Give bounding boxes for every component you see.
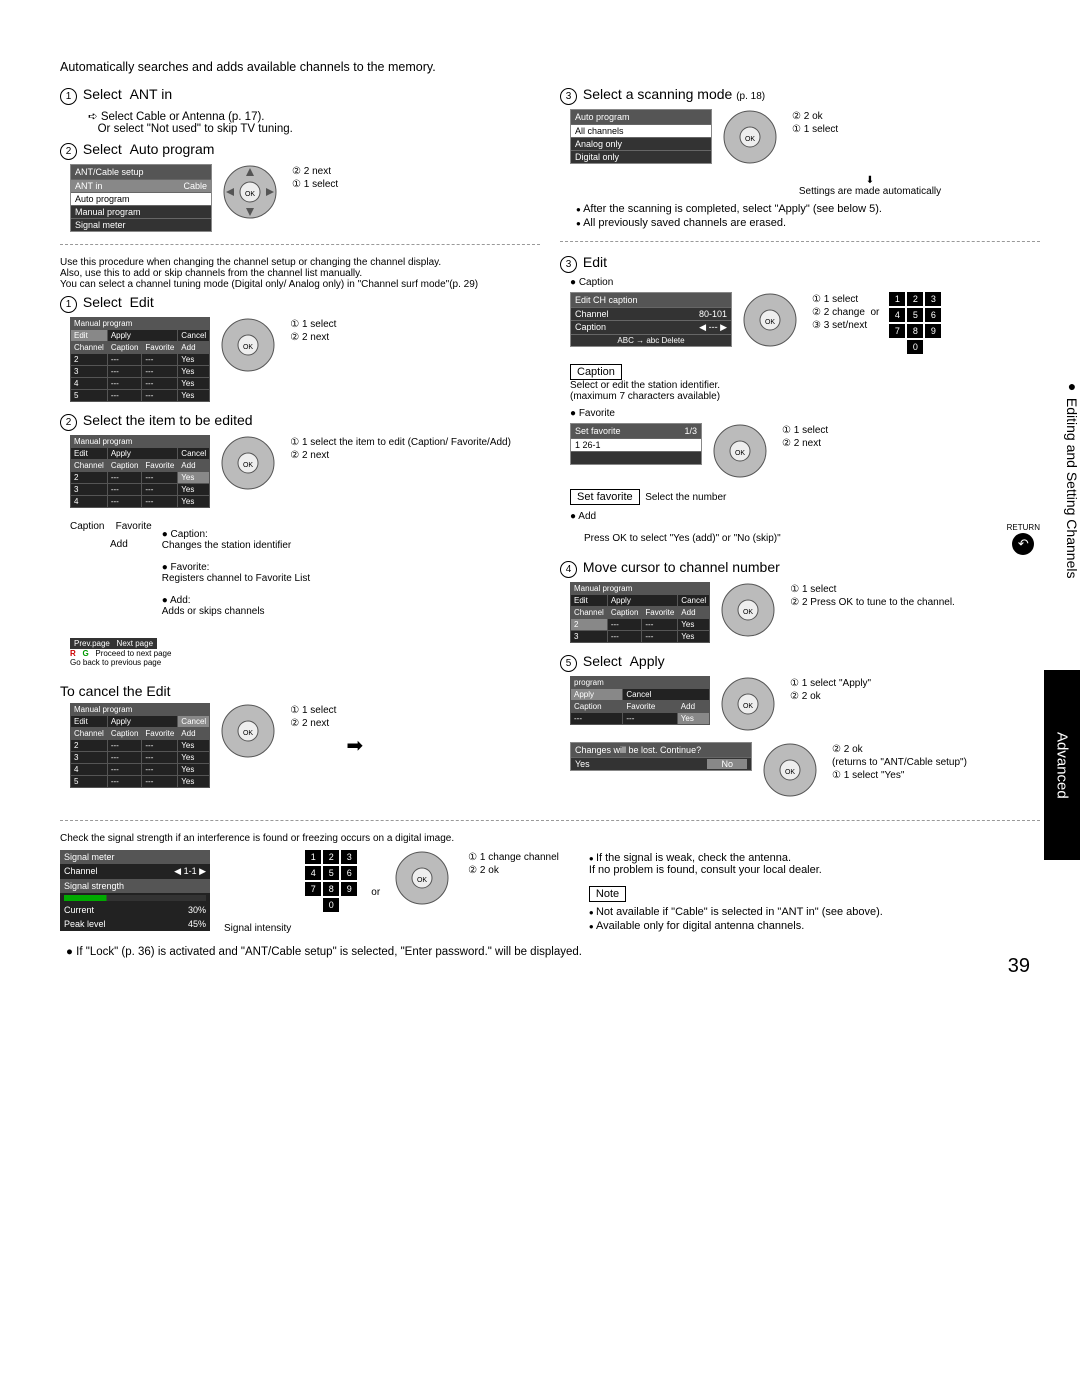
svg-text:OK: OK xyxy=(785,769,795,776)
step4-annot: ① 1 select ② 2 Press OK to tune to the c… xyxy=(790,582,955,610)
add-desc: Press OK to select "Yes (add)" or "No (s… xyxy=(584,533,781,544)
manual-program-table: Manual program EditApplyCancel ChannelCa… xyxy=(70,317,210,402)
dpad-icon: OK xyxy=(394,850,450,906)
set-favorite-menu: Set favorite1/3 1 26-1 xyxy=(570,423,702,465)
mstep1: 1 Select Edit xyxy=(60,294,540,313)
svg-text:OK: OK xyxy=(245,191,255,198)
step5: 5 Select Apply xyxy=(560,653,1040,672)
auto-program-menu: Auto program All channels Analog only Di… xyxy=(570,109,712,164)
svg-text:OK: OK xyxy=(745,136,755,143)
step5-table: program ApplyCancel CaptionFavoriteAdd -… xyxy=(570,676,710,725)
manual-intro: Use this procedure when changing the cha… xyxy=(60,257,540,290)
auto-bullet-2: All previously saved channels are erased… xyxy=(576,217,1040,229)
add-row: ● Add xyxy=(570,511,1040,522)
setfav-def: Set favorite Select the number xyxy=(570,489,1040,505)
step5-annot: ① 1 select "Apply" ② 2 ok xyxy=(790,676,871,704)
svg-text:OK: OK xyxy=(743,703,753,710)
side-section: Editing and Setting Channels xyxy=(1064,398,1080,579)
page-number: 39 xyxy=(1008,955,1030,978)
defs: ● Caption: Changes the station identifie… xyxy=(162,518,310,628)
svg-text:OK: OK xyxy=(735,450,745,457)
signal-intensity-label: Signal intensity xyxy=(224,923,291,934)
dpad-icon: OK xyxy=(712,423,768,479)
signal-note-2: Available only for digital antenna chann… xyxy=(589,920,1040,932)
ant-cable-menu: ANT/Cable setup ANT inCable Auto program… xyxy=(70,164,212,232)
intro-text: Automatically searches and adds availabl… xyxy=(60,60,1040,74)
fav-annot: ① 1 select ② 2 next xyxy=(782,423,828,451)
lock-note: ● If "Lock" (p. 36) is activated and "AN… xyxy=(60,946,1040,958)
svg-text:OK: OK xyxy=(243,462,253,469)
manual-program-table-2: Manual program EditApplyCancel ChannelCa… xyxy=(70,435,210,508)
side-tab: ● Editing and Setting Channels Advanced xyxy=(1044,370,1080,760)
cancel-table: Manual program EditApplyCancel ChannelCa… xyxy=(70,703,210,788)
side-category: Advanced xyxy=(1054,732,1071,799)
step2: 2 Select Auto program xyxy=(60,141,540,160)
auto-downarrow: ⬇Settings are made automatically xyxy=(700,175,1040,197)
favorite-sub: Favorite xyxy=(579,408,615,419)
dpad-icon: OK xyxy=(720,582,776,638)
mstep2: 2 Select the item to be edited xyxy=(60,412,540,431)
step3-annot: ② 2 ok ① 1 select xyxy=(792,109,838,137)
page-nav-hint: Prev.page Next page R G Proceed to next … xyxy=(70,638,540,667)
signal-annot: ① 1 change channel ② 2 ok xyxy=(468,850,559,878)
return-icon: ↶ xyxy=(1012,533,1034,555)
dpad-icon: OK xyxy=(220,435,276,491)
caption-def: Caption Select or edit the station ident… xyxy=(570,364,1040,402)
note-label: Note xyxy=(589,886,626,902)
cancel-dialog-annot: ② 2 ok (returns to "ANT/Cable setup") ① … xyxy=(832,742,967,783)
signal-intro: Check the signal strength if an interfer… xyxy=(60,833,1040,844)
dpad-icon: OK xyxy=(222,164,278,220)
or-label: or xyxy=(371,887,380,898)
svg-text:OK: OK xyxy=(765,319,775,326)
dpad-icon: OK xyxy=(720,676,776,732)
mstep2-annot: ① 1 select the item to edit (Caption/ Fa… xyxy=(290,435,511,463)
signal-note-1: Not available if "Cable" is selected in … xyxy=(589,906,1040,918)
svg-text:OK: OK xyxy=(243,344,253,351)
dpad-icon: OK xyxy=(742,292,798,348)
step3: 3 Select a scanning mode (p. 18) xyxy=(560,86,1040,105)
svg-text:OK: OK xyxy=(417,877,427,884)
mstep1-annot: ① 1 select ② 2 next xyxy=(290,317,336,345)
arrow-icon: ➡ xyxy=(346,733,363,758)
number-keypad: 123 456 789 0 xyxy=(889,292,941,354)
step2-annot: ② 2 next ① 1 select xyxy=(292,164,338,192)
dpad-icon: OK xyxy=(220,703,276,759)
dpad-icon: OK xyxy=(762,742,818,798)
svg-text:OK: OK xyxy=(743,609,753,616)
column-labels: Caption Favorite Add xyxy=(70,518,152,554)
number-keypad: 123 456 789 0 xyxy=(305,850,357,912)
edit3-annot: ① 1 select ② 2 change or ③ 3 set/next xyxy=(812,292,879,333)
edit-ch-caption-menu: Edit CH caption Channel80-101 Caption◀ -… xyxy=(570,292,732,347)
signal-bullet: If the signal is weak, check the antenna… xyxy=(589,852,1040,876)
cancel-dialog: Changes will be lost. Continue? YesNo xyxy=(570,742,752,771)
step1: 1 Select ANT in xyxy=(60,86,540,105)
step4-table: Manual program EditApplyCancel ChannelCa… xyxy=(570,582,710,643)
dpad-icon: OK xyxy=(220,317,276,373)
signal-meter-panel: Signal meter Channel◀ 1-1 ▶ Signal stren… xyxy=(60,850,210,931)
svg-text:OK: OK xyxy=(243,730,253,737)
edit3: 3 Edit xyxy=(560,254,1040,273)
dpad-icon: OK xyxy=(722,109,778,165)
step1-sub: ➪ Select Cable or Antenna (p. 17). Or se… xyxy=(88,109,540,135)
step4: 4 Move cursor to channel number xyxy=(560,559,1040,578)
cancel-title: To cancel the Edit xyxy=(60,683,540,699)
auto-bullet-1: After the scanning is completed, select … xyxy=(576,203,1040,215)
caption-sub: Caption xyxy=(579,277,613,288)
cancel-annot: ① 1 select ② 2 next xyxy=(290,703,336,731)
